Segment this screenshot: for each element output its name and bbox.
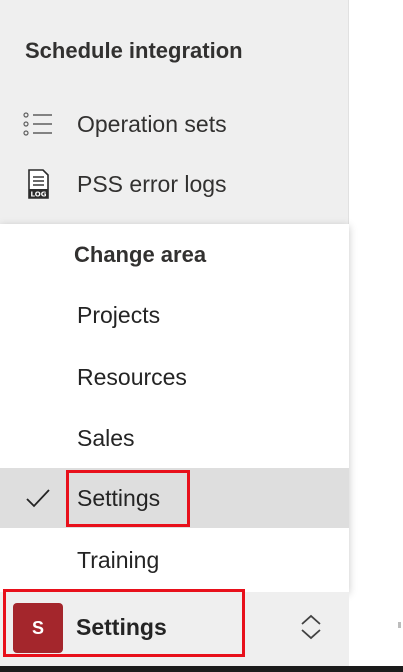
area-option-label: Projects — [77, 301, 161, 328]
svg-text:LOG: LOG — [31, 191, 47, 199]
list-icon — [22, 108, 54, 140]
area-option-resources[interactable]: Resources — [0, 347, 349, 407]
area-option-label: Training — [77, 546, 160, 573]
log-file-icon: LOG — [22, 168, 54, 200]
area-switcher-button[interactable]: S Settings — [0, 592, 349, 666]
area-option-sales[interactable]: Sales — [0, 408, 349, 468]
group-title: Schedule integration — [25, 38, 243, 63]
area-option-settings[interactable]: Settings — [0, 468, 349, 528]
chevron-up-down-icon — [301, 614, 321, 640]
bottom-bar — [0, 666, 403, 672]
change-area-flyout: Change area Projects Resources Sales Set… — [0, 224, 349, 592]
area-option-projects[interactable]: Projects — [0, 285, 349, 345]
area-option-label: Settings — [77, 484, 161, 511]
main-edge-mark — [398, 622, 401, 628]
area-avatar: S — [13, 603, 63, 653]
checkmark-icon — [26, 489, 50, 508]
sidebar-item-operation-sets[interactable]: Operation sets — [0, 96, 349, 152]
area-option-training[interactable]: Training — [0, 530, 349, 590]
area-option-label: Resources — [77, 363, 187, 390]
sidebar-item-label: Operation sets — [77, 110, 227, 137]
area-switcher-label: Settings — [76, 614, 167, 640]
sidebar-item-pss-error-logs[interactable]: LOG PSS error logs — [0, 156, 349, 212]
change-area-header: Change area — [74, 242, 207, 267]
sidebar-item-label: PSS error logs — [77, 170, 227, 197]
main-content — [350, 0, 403, 672]
area-option-label: Sales — [77, 424, 135, 451]
